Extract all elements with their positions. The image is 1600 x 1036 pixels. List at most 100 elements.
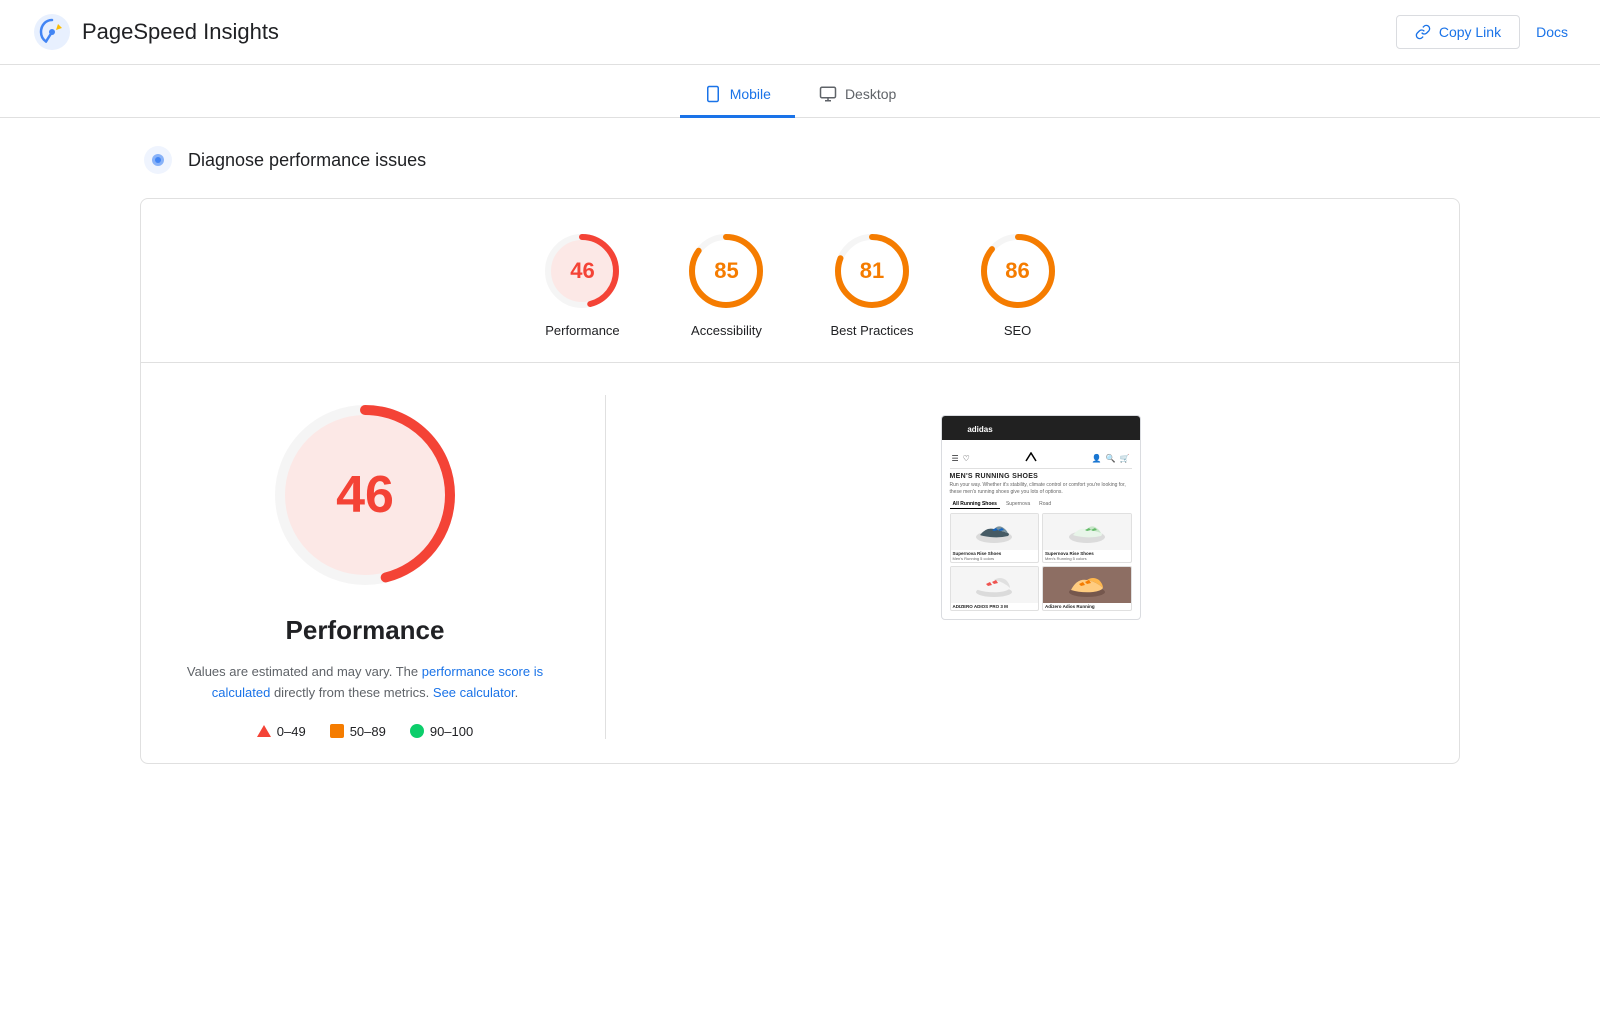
score-item-accessibility: 85 Accessibility xyxy=(686,231,766,338)
accessibility-score: 85 xyxy=(714,258,738,284)
screenshot-desc: Run your way. Whether it's stability, cl… xyxy=(950,482,1132,496)
svg-text:adidas: adidas xyxy=(967,425,993,434)
diagnose-icon-wrapper xyxy=(140,142,176,178)
performance-label: Performance xyxy=(545,323,619,338)
diagnose-header: Diagnose performance issues xyxy=(140,142,1460,178)
diagnose-icon xyxy=(142,144,174,176)
screenshot-nav-icons: ☰ ♡ xyxy=(952,454,970,463)
screenshot-content: ☰ ♡ 👤 🔍 🛒 xyxy=(942,440,1140,619)
screenshot-tab-all: All Running Shoes xyxy=(950,500,1000,509)
screenshot-tabs: All Running Shoes Supernova Road xyxy=(950,500,1132,509)
perf-desc-part2: directly from these metrics. xyxy=(274,685,429,700)
adidas-three-stripes-icon xyxy=(1023,452,1039,462)
heart-icon: ♡ xyxy=(963,454,970,463)
search-icon-small: 🔍 xyxy=(1106,454,1116,463)
shoe-img-4-icon xyxy=(1065,570,1109,600)
pagespeed-logo-icon xyxy=(32,12,72,52)
see-calculator-link[interactable]: See calculator xyxy=(433,685,515,700)
header-right: Copy Link Docs xyxy=(1396,15,1568,49)
link-icon xyxy=(1415,24,1431,40)
perf-description: Values are estimated and may vary. The p… xyxy=(175,662,555,704)
score-item-performance: 46 Performance xyxy=(542,231,622,338)
user-icon: 👤 xyxy=(1092,454,1102,463)
performance-score: 46 xyxy=(570,258,594,284)
copy-link-label: Copy Link xyxy=(1439,24,1501,40)
screenshot-product-4: Adizero Adios Running xyxy=(1042,566,1132,611)
seo-label: SEO xyxy=(1004,323,1031,338)
screenshot-frame: adidas ☰ ♡ xyxy=(941,415,1141,620)
score-circle-best-practices: 81 xyxy=(832,231,912,311)
screenshot-product-1: Supernova Rise Shoes Men's Running 5 col… xyxy=(950,513,1040,563)
header: PageSpeed Insights Copy Link Docs xyxy=(0,0,1600,65)
vertical-divider xyxy=(605,395,606,739)
screenshot-tab-supernova: Supernova xyxy=(1003,500,1033,509)
adidas-logo-icon: adidas xyxy=(950,422,1010,434)
legend: 0–49 50–89 90–100 xyxy=(257,724,473,739)
legend-pass: 90–100 xyxy=(410,724,473,739)
perf-big-number: 46 xyxy=(336,465,394,525)
legend-pass-range: 90–100 xyxy=(430,724,473,739)
tab-desktop-label: Desktop xyxy=(845,86,896,102)
app-title: PageSpeed Insights xyxy=(82,19,279,45)
product-img-1 xyxy=(951,514,1039,550)
best-practices-score: 81 xyxy=(860,258,884,284)
legend-triangle-icon xyxy=(257,725,271,737)
product-img-4 xyxy=(1043,567,1131,603)
legend-average: 50–89 xyxy=(330,724,386,739)
product-sub-3 xyxy=(951,609,1039,610)
product-sub-1: Men's Running 5 colors xyxy=(951,556,1039,562)
accessibility-label: Accessibility xyxy=(691,323,762,338)
shoe-img-2-icon xyxy=(1065,517,1109,547)
best-practices-label: Best Practices xyxy=(830,323,913,338)
screenshot-products: Supernova Rise Shoes Men's Running 5 col… xyxy=(950,513,1132,611)
tab-mobile-label: Mobile xyxy=(730,86,771,102)
menu-icon: ☰ xyxy=(952,454,959,463)
scores-row: 46 Performance 85 Accessibility xyxy=(165,231,1435,338)
perf-desc-part1: Values are estimated and may vary. The xyxy=(187,664,418,679)
mobile-icon xyxy=(704,85,722,103)
shoe-img-3-icon xyxy=(972,570,1016,600)
perf-detail: 46 Performance Values are estimated and … xyxy=(165,395,1435,739)
score-circle-performance: 46 xyxy=(542,231,622,311)
screenshot-heading: MEN'S RUNNING SHOES xyxy=(950,473,1132,480)
screenshot-top-bar: adidas xyxy=(942,416,1140,440)
product-sub-4 xyxy=(1043,609,1131,610)
legend-fail-range: 0–49 xyxy=(277,724,306,739)
product-img-3 xyxy=(951,567,1039,603)
perf-right: adidas ☰ ♡ xyxy=(646,395,1435,620)
screenshot-product-2: Supernova Rise Shoes Men's Running 5 col… xyxy=(1042,513,1132,563)
header-left: PageSpeed Insights xyxy=(32,12,279,52)
screenshot-nav: ☰ ♡ 👤 🔍 🛒 xyxy=(950,448,1132,469)
score-circle-accessibility: 85 xyxy=(686,231,766,311)
divider xyxy=(141,362,1459,363)
product-img-2 xyxy=(1043,514,1131,550)
screenshot-tab-road: Road xyxy=(1036,500,1054,509)
perf-title: Performance xyxy=(286,615,445,646)
legend-square-icon xyxy=(330,724,344,738)
score-circle-seo: 86 xyxy=(978,231,1058,311)
legend-circle-icon xyxy=(410,724,424,738)
docs-link[interactable]: Docs xyxy=(1536,24,1568,40)
perf-big-circle: 46 xyxy=(265,395,465,595)
score-card: 46 Performance 85 Accessibility xyxy=(140,198,1460,764)
shoe-img-1-icon xyxy=(972,517,1016,547)
legend-average-range: 50–89 xyxy=(350,724,386,739)
tab-desktop[interactable]: Desktop xyxy=(795,73,920,118)
diagnose-title: Diagnose performance issues xyxy=(188,150,426,171)
tab-mobile[interactable]: Mobile xyxy=(680,73,795,118)
screenshot-product-3: ADIZERO ADIOS PRO 3 M xyxy=(950,566,1040,611)
tabs-nav: Mobile Desktop xyxy=(0,65,1600,118)
score-item-seo: 86 SEO xyxy=(978,231,1058,338)
main-content: Diagnose performance issues 46 Performan… xyxy=(100,118,1500,788)
score-item-best-practices: 81 Best Practices xyxy=(830,231,913,338)
perf-desc-end: . xyxy=(515,685,519,700)
seo-score: 86 xyxy=(1005,258,1029,284)
nav-center xyxy=(1023,452,1039,464)
product-sub-2: Men's Running 5 colors xyxy=(1043,556,1131,562)
legend-fail: 0–49 xyxy=(257,724,306,739)
screenshot-nav-right-icons: 👤 🔍 🛒 xyxy=(1092,454,1130,463)
desktop-icon xyxy=(819,85,837,103)
copy-link-button[interactable]: Copy Link xyxy=(1396,15,1520,49)
perf-left: 46 Performance Values are estimated and … xyxy=(165,395,565,739)
cart-icon: 🛒 xyxy=(1120,454,1130,463)
